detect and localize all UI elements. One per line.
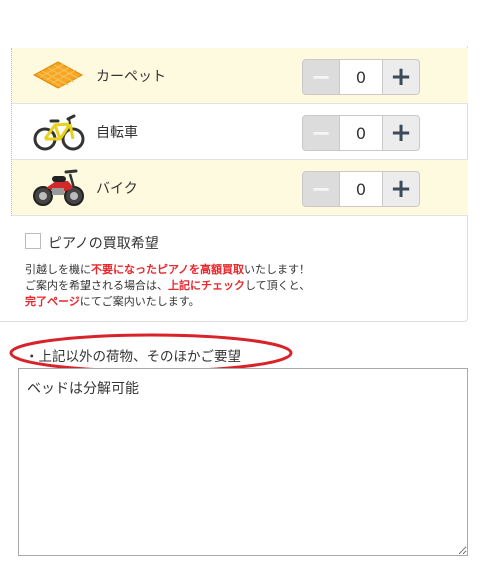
item-label-bicycle: 自転車 xyxy=(96,125,138,141)
quantity-input[interactable]: 0 xyxy=(340,59,382,95)
increment-button[interactable]: + xyxy=(382,171,420,207)
motorbike-icon xyxy=(30,166,86,210)
bicycle-icon xyxy=(30,110,86,154)
increment-button[interactable]: + xyxy=(382,115,420,151)
note-text: にてご案内いたします。 xyxy=(79,295,200,308)
piano-checkbox-label[interactable]: ピアノの買取希望 xyxy=(48,233,159,253)
carpet-icon xyxy=(30,54,86,98)
increment-button[interactable]: + xyxy=(382,59,420,95)
item-row-carpet: カーペット − 0 + xyxy=(12,48,468,104)
other-requests-label: ・上記以外の荷物、そのほかご要望 xyxy=(25,349,241,365)
note-text: いたします！ xyxy=(244,263,311,276)
piano-checkbox[interactable] xyxy=(25,233,41,249)
piano-note: 引越しを機に不要になったピアノを高額買取いたします！ ご案内を希望される場合は、… xyxy=(25,262,310,310)
item-label-motorbike: バイク xyxy=(96,181,138,197)
note-highlight: 完了ページ xyxy=(25,295,80,308)
quantity-stepper-motorbike: − 0 + xyxy=(302,171,420,207)
item-row-motorbike: バイク − 0 + xyxy=(12,160,468,216)
note-highlight: 上記にチェック xyxy=(168,279,245,292)
note-highlight: 不要になったピアノを高額買取 xyxy=(91,263,245,276)
quantity-input[interactable]: 0 xyxy=(340,115,382,151)
note-text: ご案内を希望される場合は、 xyxy=(25,279,168,292)
piano-note-line-3: 完了ページにてご案内いたします。 xyxy=(25,294,310,310)
decrement-button[interactable]: − xyxy=(302,115,340,151)
decrement-button[interactable]: − xyxy=(302,171,340,207)
piano-note-line-1: 引越しを機に不要になったピアノを高額買取いたします！ xyxy=(25,262,310,278)
piano-note-line-2: ご案内を希望される場合は、上記にチェックして頂くと、 xyxy=(25,278,310,294)
quantity-input[interactable]: 0 xyxy=(340,171,382,207)
decrement-button[interactable]: − xyxy=(302,59,340,95)
quantity-stepper-carpet: − 0 + xyxy=(302,59,420,95)
quantity-stepper-bicycle: − 0 + xyxy=(302,115,420,151)
note-text: 引越しを機に xyxy=(25,263,91,276)
item-label-carpet: カーペット xyxy=(96,69,166,85)
note-text: して頂くと、 xyxy=(245,279,311,292)
item-row-bicycle: 自転車 − 0 + xyxy=(12,104,468,160)
other-requests-textarea[interactable]: ベッドは分解可能 xyxy=(18,368,468,556)
